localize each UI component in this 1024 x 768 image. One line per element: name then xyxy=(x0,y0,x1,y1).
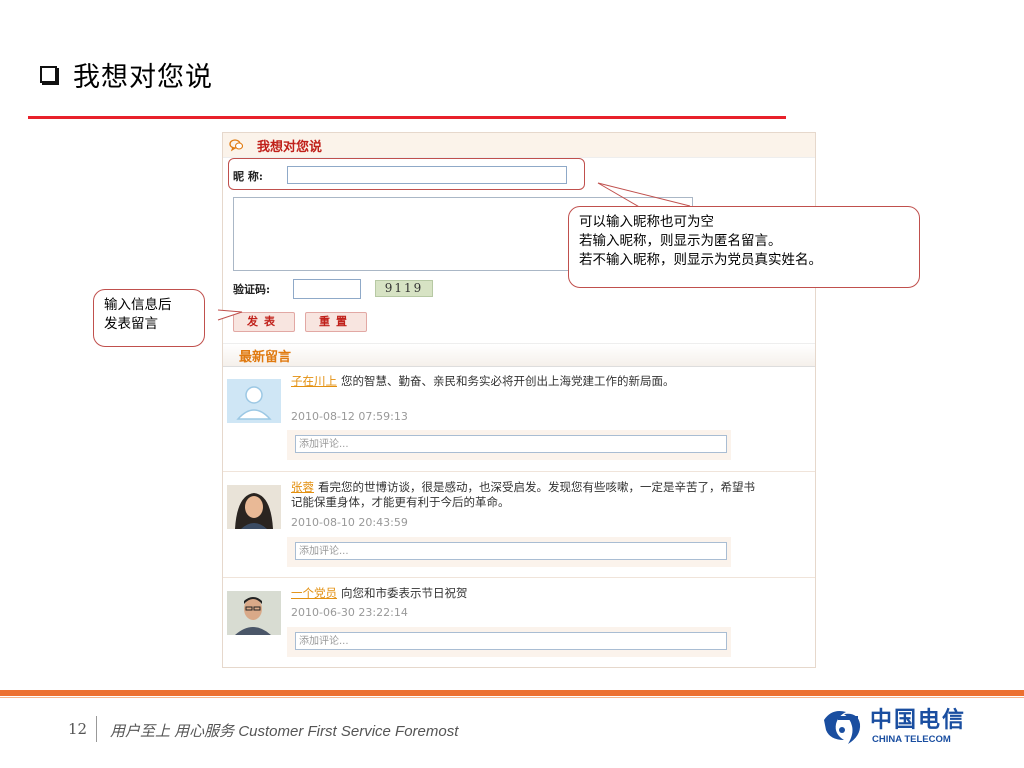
nickname-callout: 可以输入昵称也可为空 若输入昵称，则显示为匿名留言。 若不输入昵称，则显示为党员… xyxy=(568,206,920,288)
china-telecom-logo-icon xyxy=(824,711,861,744)
page-number: 12 xyxy=(68,720,88,738)
logo-english-text: CHINA TELECOM xyxy=(872,734,951,745)
footer-bar-thin xyxy=(0,697,1024,698)
footer-divider xyxy=(96,716,97,742)
callout-line: 输入信息后 xyxy=(104,297,172,313)
callout-line: 若输入昵称，则显示为匿名留言。 xyxy=(579,233,782,249)
logo-chinese-text: 中国电信 xyxy=(870,707,967,733)
china-telecom-logo: 中国电信 CHINA TELECOM xyxy=(818,704,988,750)
callout-line: 发表留言 xyxy=(104,316,158,332)
callout-line: 若不输入昵称，则显示为党员真实姓名。 xyxy=(579,252,822,268)
callout-pointers xyxy=(217,182,700,321)
callout-line: 可以输入昵称也可为空 xyxy=(579,214,714,230)
submit-callout: 输入信息后 发表留言 xyxy=(93,289,205,347)
footer-slogan: 用户至上 用心服务 Customer First Service Foremos… xyxy=(110,723,459,740)
footer-bar xyxy=(0,690,1024,696)
